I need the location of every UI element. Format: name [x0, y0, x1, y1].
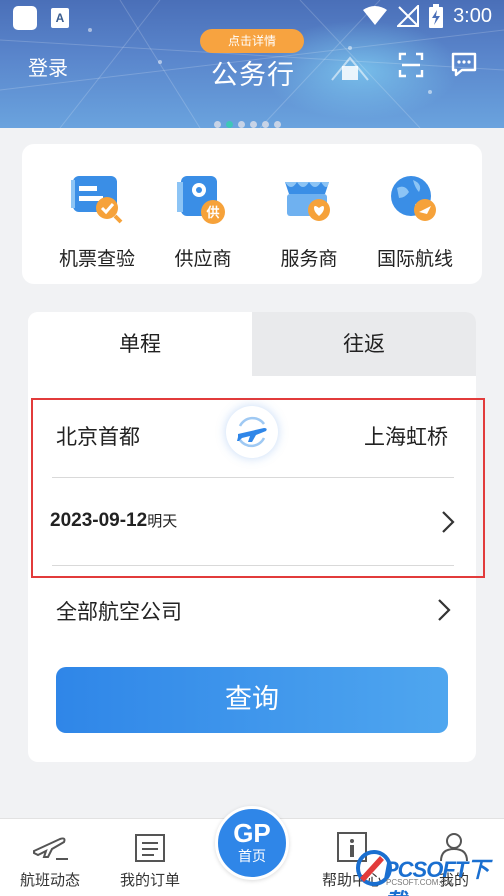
flight-status-icon — [33, 837, 68, 860]
carousel-dot[interactable] — [274, 121, 281, 128]
airline-selector[interactable]: 全部航空公司 — [56, 596, 182, 626]
carousel-dot[interactable] — [238, 121, 245, 128]
divider — [52, 565, 454, 566]
scan-icon[interactable] — [398, 52, 424, 78]
service-provider-icon — [285, 182, 330, 221]
app-notification-icon — [13, 6, 37, 30]
tab-one-way[interactable]: 单程 — [28, 312, 252, 376]
clock: 3:00 — [453, 4, 492, 27]
arrival-city[interactable]: 上海虹桥 — [364, 421, 448, 451]
battery-charging-icon — [429, 4, 444, 28]
quick-links-card: 机票查验 供 供应商 服务商 国际航线 — [22, 144, 482, 284]
departure-city[interactable]: 北京首都 — [56, 421, 140, 451]
carousel-dot[interactable] — [250, 121, 257, 128]
quick-link-service-provider[interactable]: 服务商 — [254, 168, 364, 271]
supplier-icon: 供 — [177, 176, 225, 224]
nav-label: 我的订单 — [119, 871, 180, 889]
chevron-right-icon[interactable] — [436, 598, 452, 622]
quick-link-label: 机票查验 — [58, 248, 135, 270]
nav-flight-status[interactable]: 航班动态 — [0, 819, 100, 890]
chevron-right-icon[interactable] — [440, 510, 456, 534]
quick-link-label: 服务商 — [280, 248, 338, 270]
nav-my-orders[interactable]: 我的订单 — [100, 819, 200, 890]
status-bar: A 3:00 — [0, 0, 504, 36]
carousel-dot-active[interactable] — [226, 121, 233, 128]
message-icon[interactable] — [450, 50, 478, 78]
system-icons: 3:00 — [363, 4, 492, 28]
date-value: 2023-09-12 — [50, 510, 148, 531]
quick-link-supplier[interactable]: 供 供应商 — [148, 168, 258, 271]
plane-swap-icon — [237, 416, 267, 448]
search-button[interactable]: 查询 — [56, 667, 448, 733]
nav-label: 首页 — [238, 849, 266, 865]
divider — [52, 477, 454, 478]
swap-cities-button[interactable] — [226, 406, 278, 458]
no-signal-icon — [397, 5, 420, 27]
quick-link-label: 国际航线 — [376, 248, 453, 270]
login-link[interactable]: 登录 — [28, 52, 68, 81]
orders-icon — [135, 834, 165, 862]
date-relative: 明天 — [147, 512, 178, 530]
nav-home-button[interactable]: GP 首页 — [215, 806, 289, 880]
ticket-check-icon — [71, 176, 123, 224]
carousel-indicator[interactable] — [214, 121, 281, 128]
carousel-dot[interactable] — [262, 121, 269, 128]
brand-title: 公务行 — [211, 60, 295, 91]
quick-link-label: 供应商 — [174, 248, 232, 270]
watermark-subtext: PCSOFT.COM.CN — [386, 878, 453, 887]
nav-label: 航班动态 — [19, 871, 80, 889]
quick-link-international-route[interactable]: 国际航线 — [360, 168, 470, 271]
keyboard-app-icon: A — [51, 8, 69, 28]
carousel-dot[interactable] — [214, 121, 221, 128]
departure-date[interactable]: 2023-09-12明天 — [50, 510, 177, 532]
quick-link-ticket-check[interactable]: 机票查验 — [42, 168, 152, 271]
wifi-icon — [363, 6, 388, 25]
tab-round-trip[interactable]: 往返 — [252, 312, 476, 376]
house-graphic-icon — [331, 56, 369, 81]
home-gp-icon: GP — [233, 818, 271, 848]
watermark-text: PCSOFT下载 — [384, 857, 489, 896]
international-route-icon — [391, 176, 436, 221]
svg-text:供: 供 — [205, 205, 219, 221]
